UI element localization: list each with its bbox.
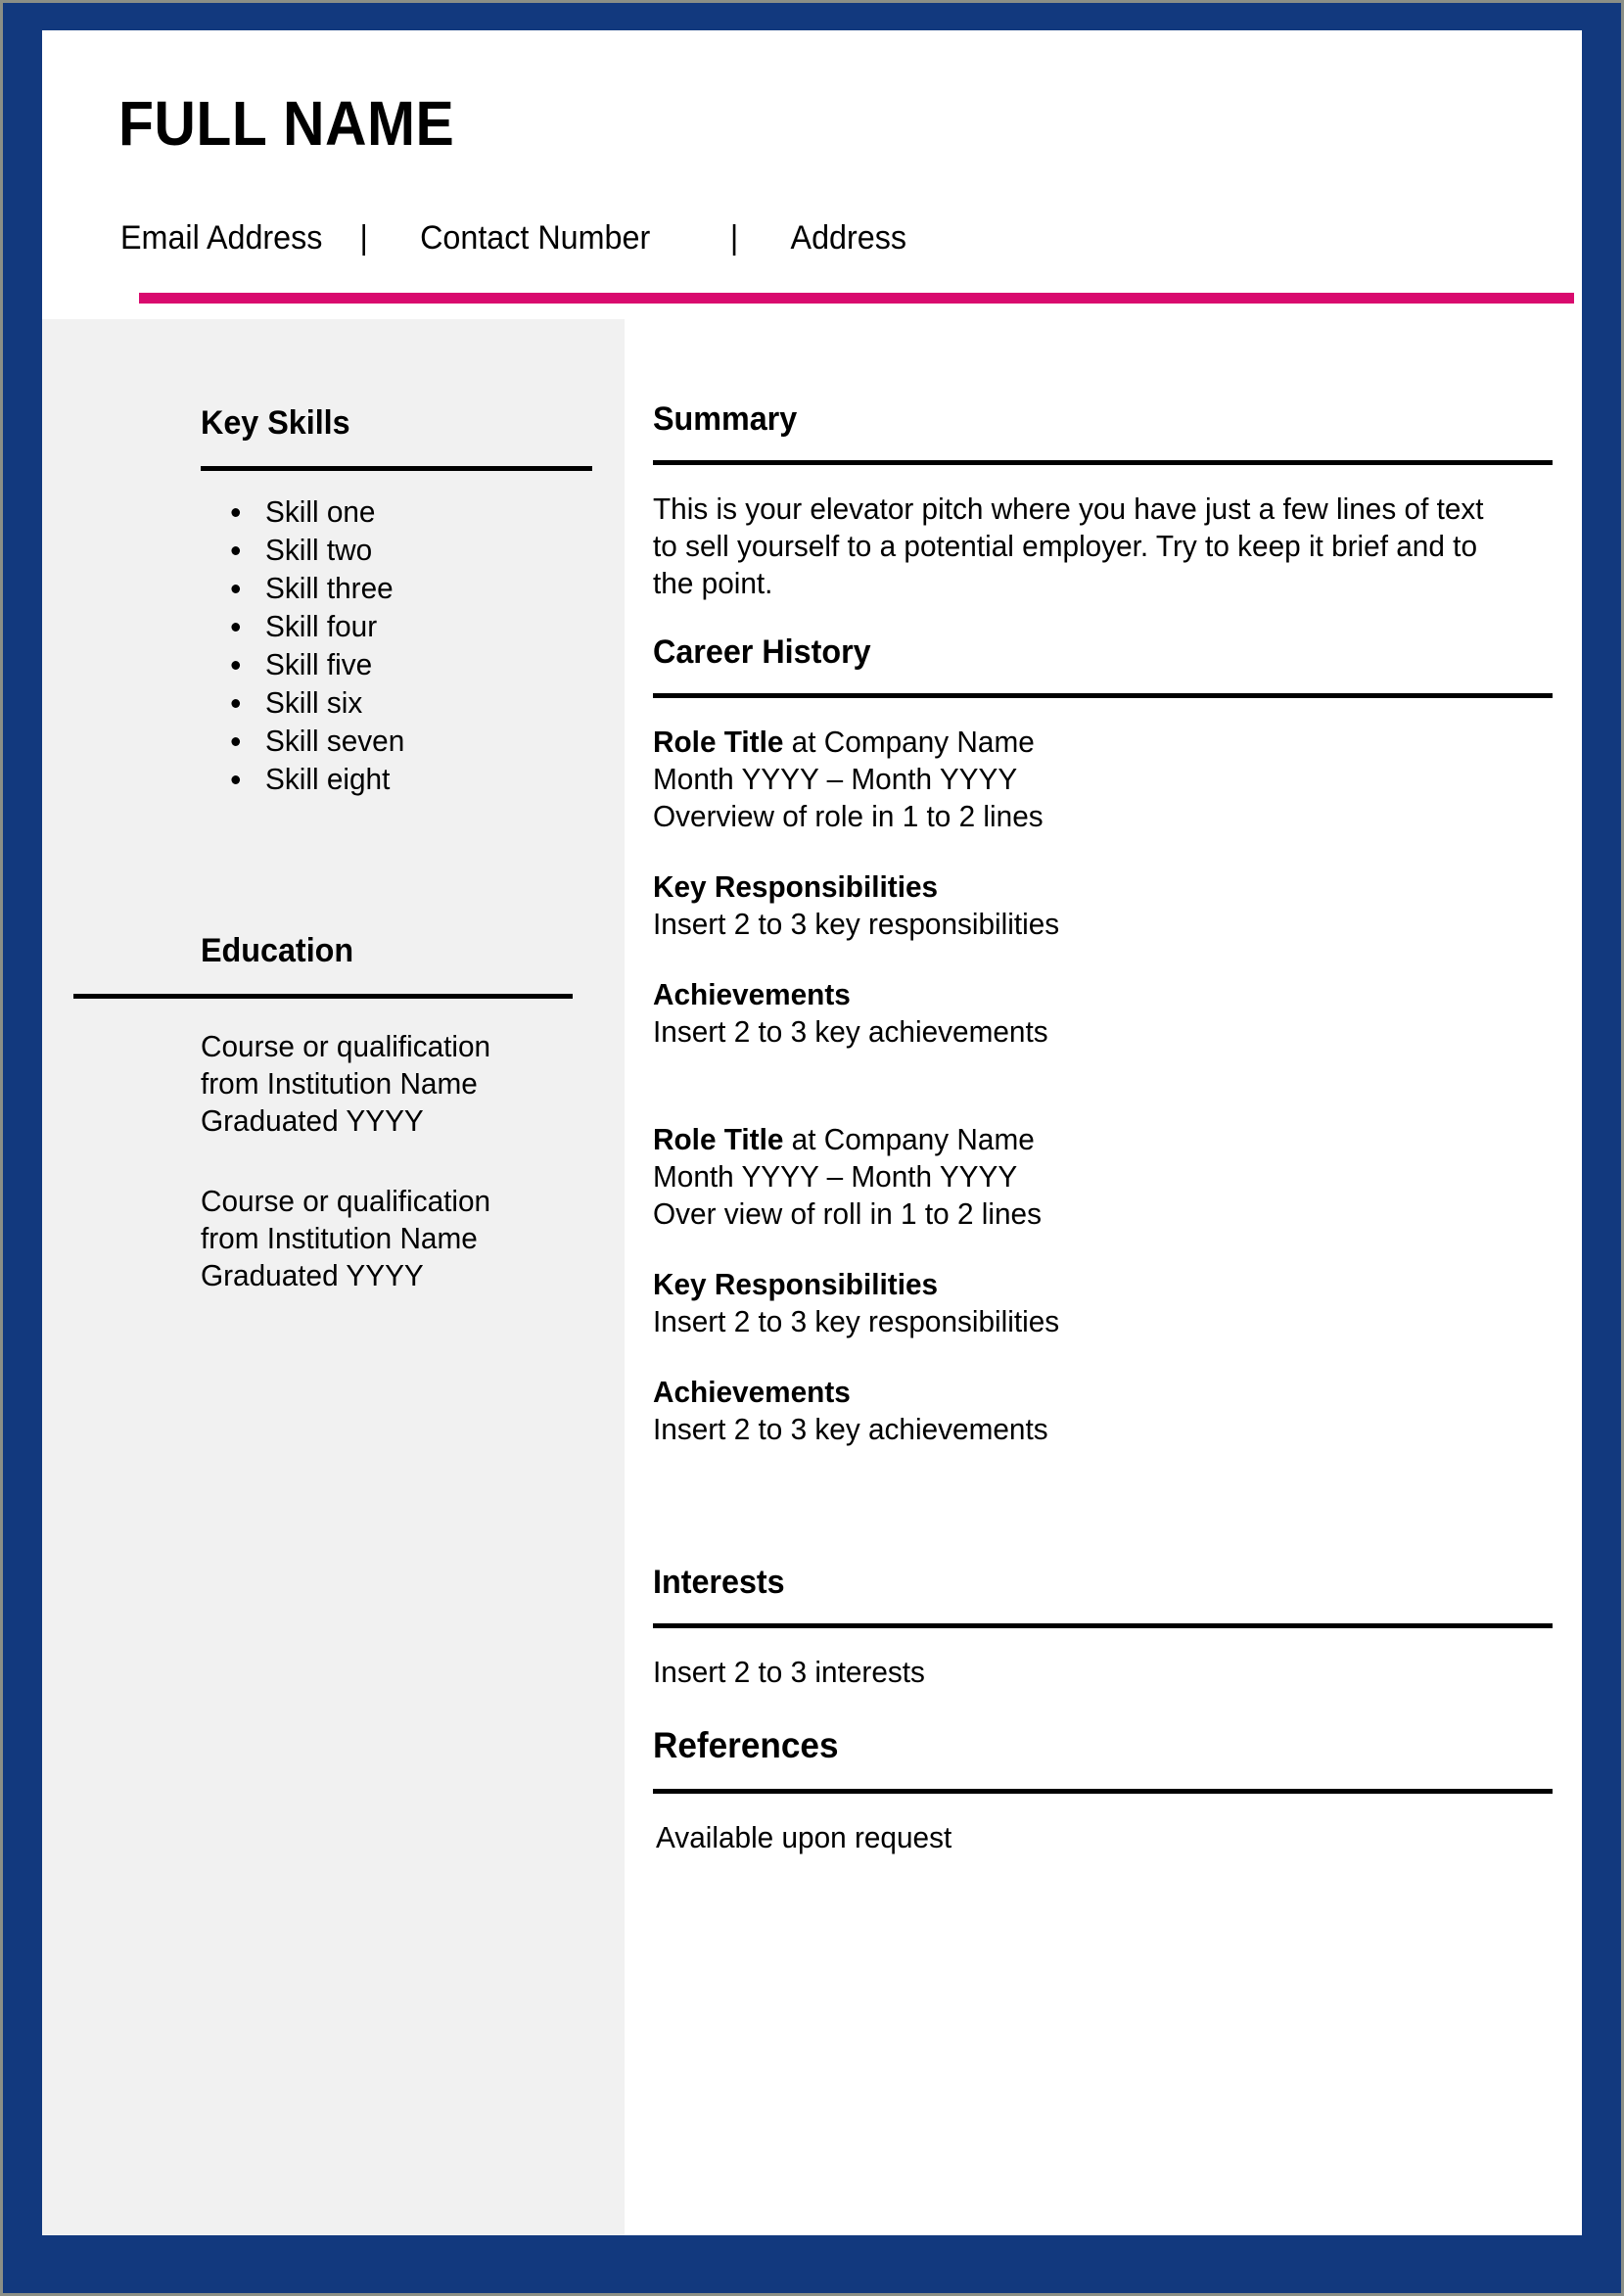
interests-rule (653, 1623, 1553, 1628)
role-title: Role Title (653, 725, 784, 759)
summary-body: This is your elevator pitch where you ha… (653, 491, 1504, 602)
interests-section: Interests Insert 2 to 3 interests (625, 1563, 1582, 1691)
education-course: Course or qualification (201, 1029, 491, 1063)
education-institution: from Institution Name (201, 1221, 478, 1255)
education-institution: from Institution Name (201, 1066, 478, 1101)
achievements-heading: Achievements (653, 977, 851, 1011)
resume-page-canvas: FULL NAME Email Address | Contact Number… (0, 0, 1624, 2296)
header-accent-rule (139, 293, 1574, 304)
job-overview: Over view of roll in 1 to 2 lines (653, 1196, 1042, 1231)
contact-separator-1: | (359, 219, 368, 257)
key-skills-section: Key Skills Skill one Skill two Skill thr… (42, 403, 625, 798)
career-history-heading: Career History (653, 633, 871, 671)
list-item: Skill two (231, 531, 610, 569)
job-overview: Overview of role in 1 to 2 lines (653, 799, 1044, 833)
interests-body: Insert 2 to 3 interests (653, 1654, 1504, 1691)
education-graduated: Graduated YYYY (201, 1103, 424, 1138)
achievements-body: Insert 2 to 3 key achievements (653, 1412, 1048, 1446)
list-item: Skill seven (231, 722, 610, 760)
summary-heading: Summary (653, 400, 798, 438)
sidebar: Key Skills Skill one Skill two Skill thr… (42, 319, 625, 2235)
key-skills-list: Skill one Skill two Skill three Skill fo… (42, 492, 625, 798)
key-skills-rule (201, 466, 592, 471)
company-name: at Company Name (783, 725, 1035, 759)
career-history-rule (653, 693, 1553, 698)
role-title: Role Title (653, 1122, 784, 1156)
contact-number-field[interactable]: Contact Number (420, 218, 650, 258)
education-section: Education Course or qualification from I… (42, 931, 625, 1294)
main-column: Summary This is your elevator pitch wher… (625, 319, 1582, 2235)
interests-text: Insert 2 to 3 interests (653, 1655, 925, 1689)
interests-heading: Interests (653, 1564, 785, 1601)
contact-line: Email Address | Contact Number | Address (120, 218, 1162, 261)
references-heading: References (653, 1725, 839, 1765)
references-rule (653, 1789, 1553, 1794)
education-entry: Course or qualification from Institution… (201, 1140, 608, 1294)
list-item: Skill six (231, 683, 610, 722)
list-item: Skill eight (231, 760, 610, 798)
references-section: References Available upon request (625, 1724, 1582, 1856)
list-item: Skill five (231, 645, 610, 683)
company-name: at Company Name (783, 1122, 1035, 1156)
education-course: Course or qualification (201, 1184, 491, 1218)
page-title: FULL NAME (118, 88, 455, 159)
education-entry: Course or qualification from Institution… (201, 999, 608, 1140)
summary-rule (653, 460, 1553, 465)
address-field[interactable]: Address (791, 218, 906, 258)
list-item: Skill three (231, 569, 610, 607)
email-address-field[interactable]: Email Address (120, 218, 322, 258)
job-dates: Month YYYY – Month YYYY (653, 1159, 1018, 1194)
career-history-section: Career History Role Title at Company Nam… (625, 633, 1582, 1448)
resume-header: FULL NAME Email Address | Contact Number… (42, 30, 1582, 314)
job-entry: Role Title at Company Name Month YYYY – … (653, 724, 1545, 835)
key-responsibilities-heading: Key Responsibilities (653, 1267, 939, 1301)
key-skills-heading: Key Skills (201, 404, 350, 442)
job-title-line: Role Title at Company Name (653, 1121, 1545, 1158)
education-graduated: Graduated YYYY (201, 1258, 424, 1292)
resume-sheet: FULL NAME Email Address | Contact Number… (42, 30, 1582, 2235)
key-responsibilities-body: Insert 2 to 3 key responsibilities (653, 907, 1060, 941)
list-item: Skill one (231, 492, 610, 531)
job-entry: Role Title at Company Name Month YYYY – … (653, 1121, 1545, 1233)
references-body: Available upon request (656, 1819, 1507, 1856)
summary-section: Summary This is your elevator pitch wher… (625, 399, 1582, 602)
summary-text: This is your elevator pitch where you ha… (653, 492, 1484, 600)
achievements-body: Insert 2 to 3 key achievements (653, 1014, 1048, 1049)
achievements-heading: Achievements (653, 1375, 851, 1409)
job-title-line: Role Title at Company Name (653, 724, 1545, 761)
education-heading: Education (201, 932, 354, 969)
job-dates: Month YYYY – Month YYYY (653, 762, 1018, 796)
references-text: Available upon request (656, 1820, 952, 1854)
contact-separator-2: | (729, 219, 739, 257)
key-responsibilities-body: Insert 2 to 3 key responsibilities (653, 1304, 1060, 1338)
key-responsibilities-heading: Key Responsibilities (653, 869, 939, 904)
list-item: Skill four (231, 607, 610, 645)
